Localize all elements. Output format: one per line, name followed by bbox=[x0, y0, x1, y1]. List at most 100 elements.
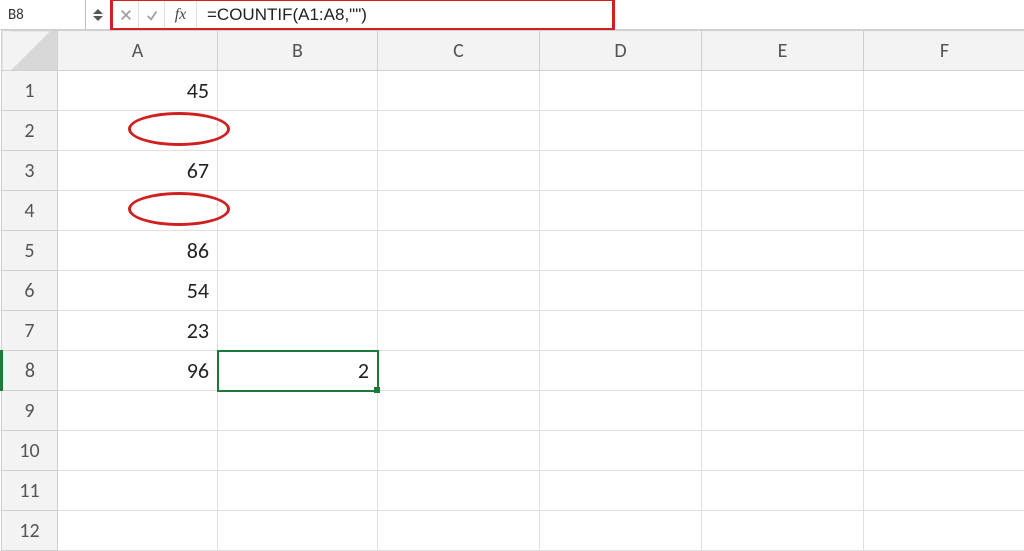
cell-c9[interactable] bbox=[378, 391, 540, 431]
row-header-3[interactable]: 3 bbox=[2, 151, 58, 191]
spinner-up-icon[interactable] bbox=[93, 9, 103, 14]
name-box-spinner[interactable] bbox=[86, 0, 110, 29]
cell-d7[interactable] bbox=[540, 311, 702, 351]
cell-c7[interactable] bbox=[378, 311, 540, 351]
col-header-e[interactable]: E bbox=[702, 31, 864, 71]
cell-e9[interactable] bbox=[702, 391, 864, 431]
cell-f4[interactable] bbox=[864, 191, 1024, 231]
cell-b7[interactable] bbox=[218, 311, 378, 351]
col-header-d[interactable]: D bbox=[540, 31, 702, 71]
cell-c11[interactable] bbox=[378, 471, 540, 511]
cell-f9[interactable] bbox=[864, 391, 1024, 431]
cell-b6[interactable] bbox=[218, 271, 378, 311]
select-all-corner[interactable] bbox=[2, 31, 58, 71]
row-header-8[interactable]: 8 bbox=[2, 351, 58, 391]
row-header-6[interactable]: 6 bbox=[2, 271, 58, 311]
cell-f12[interactable] bbox=[864, 511, 1024, 551]
formula-bar-highlight: fx bbox=[110, 0, 615, 31]
cell-c8[interactable] bbox=[378, 351, 540, 391]
cell-a11[interactable] bbox=[58, 471, 218, 511]
cell-a6[interactable]: 54 bbox=[58, 271, 218, 311]
cell-d9[interactable] bbox=[540, 391, 702, 431]
col-header-b[interactable]: B bbox=[218, 31, 378, 71]
cell-d8[interactable] bbox=[540, 351, 702, 391]
cell-b12[interactable] bbox=[218, 511, 378, 551]
formula-input[interactable] bbox=[197, 5, 612, 25]
cell-a10[interactable] bbox=[58, 431, 218, 471]
cell-a7[interactable]: 23 bbox=[58, 311, 218, 351]
cell-e6[interactable] bbox=[702, 271, 864, 311]
cell-f7[interactable] bbox=[864, 311, 1024, 351]
cell-a4[interactable] bbox=[58, 191, 218, 231]
cell-d12[interactable] bbox=[540, 511, 702, 551]
cell-c1[interactable] bbox=[378, 71, 540, 111]
spinner-down-icon[interactable] bbox=[93, 16, 103, 21]
cell-b2[interactable] bbox=[218, 111, 378, 151]
row-header-1[interactable]: 1 bbox=[2, 71, 58, 111]
name-box[interactable]: B8 bbox=[0, 0, 86, 29]
cell-a12[interactable] bbox=[58, 511, 218, 551]
cell-c6[interactable] bbox=[378, 271, 540, 311]
cell-a8[interactable]: 96 bbox=[58, 351, 218, 391]
cell-e11[interactable] bbox=[702, 471, 864, 511]
cell-b5[interactable] bbox=[218, 231, 378, 271]
cell-e1[interactable] bbox=[702, 71, 864, 111]
cell-b8[interactable]: 2 bbox=[218, 351, 378, 391]
cell-d3[interactable] bbox=[540, 151, 702, 191]
cell-a2[interactable] bbox=[58, 111, 218, 151]
cell-e5[interactable] bbox=[702, 231, 864, 271]
cell-c5[interactable] bbox=[378, 231, 540, 271]
cell-d4[interactable] bbox=[540, 191, 702, 231]
cell-f2[interactable] bbox=[864, 111, 1024, 151]
cell-d1[interactable] bbox=[540, 71, 702, 111]
row-header-2[interactable]: 2 bbox=[2, 111, 58, 151]
cell-f11[interactable] bbox=[864, 471, 1024, 511]
cell-f3[interactable] bbox=[864, 151, 1024, 191]
cell-f8[interactable] bbox=[864, 351, 1024, 391]
cell-f1[interactable] bbox=[864, 71, 1024, 111]
insert-function-button[interactable]: fx bbox=[165, 1, 197, 28]
cell-c4[interactable] bbox=[378, 191, 540, 231]
cell-b4[interactable] bbox=[218, 191, 378, 231]
cell-e2[interactable] bbox=[702, 111, 864, 151]
cell-c10[interactable] bbox=[378, 431, 540, 471]
cell-d11[interactable] bbox=[540, 471, 702, 511]
col-header-a[interactable]: A bbox=[58, 31, 218, 71]
row-header-9[interactable]: 9 bbox=[2, 391, 58, 431]
row-header-4[interactable]: 4 bbox=[2, 191, 58, 231]
cell-f5[interactable] bbox=[864, 231, 1024, 271]
accept-formula-button[interactable] bbox=[139, 1, 165, 28]
cell-a1[interactable]: 45 bbox=[58, 71, 218, 111]
cell-b9[interactable] bbox=[218, 391, 378, 431]
cancel-formula-button[interactable] bbox=[113, 1, 139, 28]
cell-e12[interactable] bbox=[702, 511, 864, 551]
row-header-12[interactable]: 12 bbox=[2, 511, 58, 551]
cell-b11[interactable] bbox=[218, 471, 378, 511]
cell-d2[interactable] bbox=[540, 111, 702, 151]
row-header-11[interactable]: 11 bbox=[2, 471, 58, 511]
cell-c3[interactable] bbox=[378, 151, 540, 191]
cell-f10[interactable] bbox=[864, 431, 1024, 471]
cell-d6[interactable] bbox=[540, 271, 702, 311]
col-header-c[interactable]: C bbox=[378, 31, 540, 71]
row-header-5[interactable]: 5 bbox=[2, 231, 58, 271]
row-header-10[interactable]: 10 bbox=[2, 431, 58, 471]
cell-c2[interactable] bbox=[378, 111, 540, 151]
row-header-7[interactable]: 7 bbox=[2, 311, 58, 351]
col-header-f[interactable]: F bbox=[864, 31, 1024, 71]
cell-c12[interactable] bbox=[378, 511, 540, 551]
cell-e10[interactable] bbox=[702, 431, 864, 471]
cell-e3[interactable] bbox=[702, 151, 864, 191]
cell-a5[interactable]: 86 bbox=[58, 231, 218, 271]
cell-e8[interactable] bbox=[702, 351, 864, 391]
cell-f6[interactable] bbox=[864, 271, 1024, 311]
cell-a9[interactable] bbox=[58, 391, 218, 431]
cell-e4[interactable] bbox=[702, 191, 864, 231]
cell-d10[interactable] bbox=[540, 431, 702, 471]
cell-e7[interactable] bbox=[702, 311, 864, 351]
cell-a3[interactable]: 67 bbox=[58, 151, 218, 191]
cell-b1[interactable] bbox=[218, 71, 378, 111]
cell-d5[interactable] bbox=[540, 231, 702, 271]
cell-b10[interactable] bbox=[218, 431, 378, 471]
cell-b3[interactable] bbox=[218, 151, 378, 191]
